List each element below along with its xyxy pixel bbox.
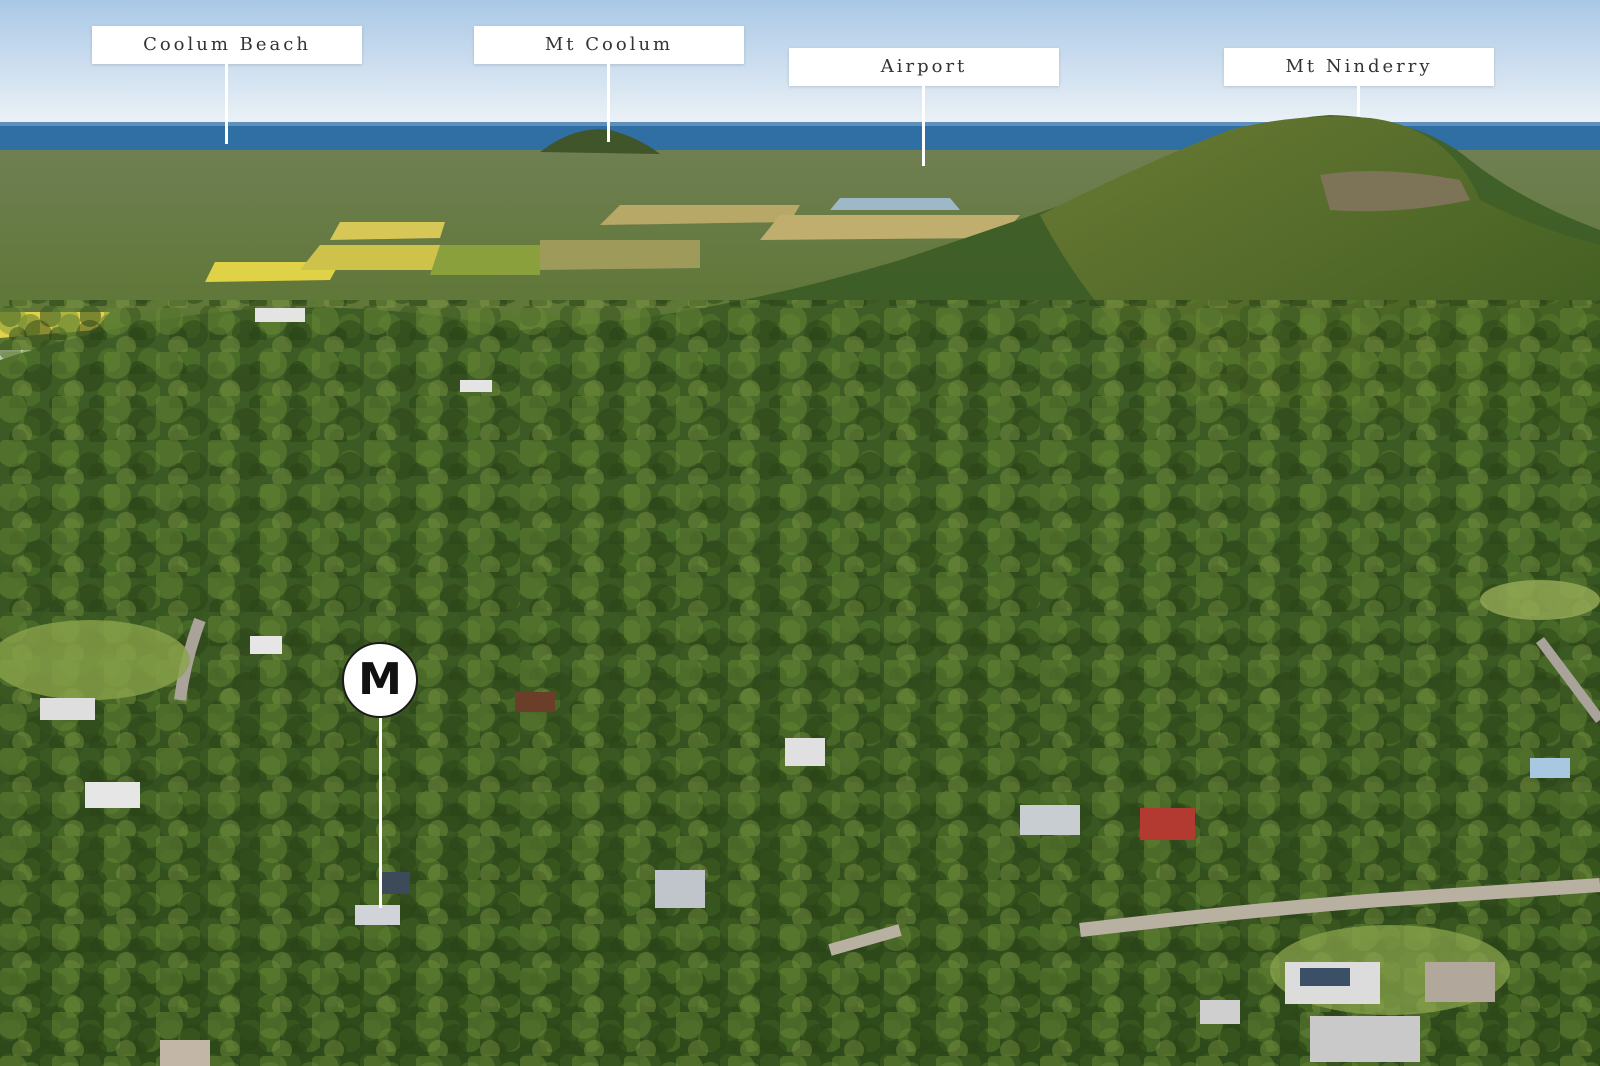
callout-leader-line (607, 64, 610, 142)
aerial-photo: Coolum Beach Mt Coolum Airport Mt Ninder… (0, 0, 1600, 1066)
callout-leader-line (922, 86, 925, 166)
callout-label: Coolum Beach (143, 34, 311, 55)
callout-mt-coolum: Mt Coolum (474, 26, 744, 64)
landscape-image (0, 0, 1600, 1066)
callout-coolum-beach: Coolum Beach (92, 26, 362, 64)
marker-leader-line (379, 718, 382, 908)
location-pin-icon: M (342, 642, 418, 718)
callout-label: Mt Ninderry (1285, 56, 1433, 77)
callout-label: Mt Coolum (544, 34, 674, 55)
callout-airport: Airport (789, 48, 1059, 86)
callout-label: Airport (880, 56, 968, 77)
callout-mt-ninderry: Mt Ninderry (1224, 48, 1494, 86)
callout-leader-line (225, 64, 228, 144)
callout-leader-line (1357, 86, 1360, 116)
marker-letter: M (358, 654, 402, 705)
